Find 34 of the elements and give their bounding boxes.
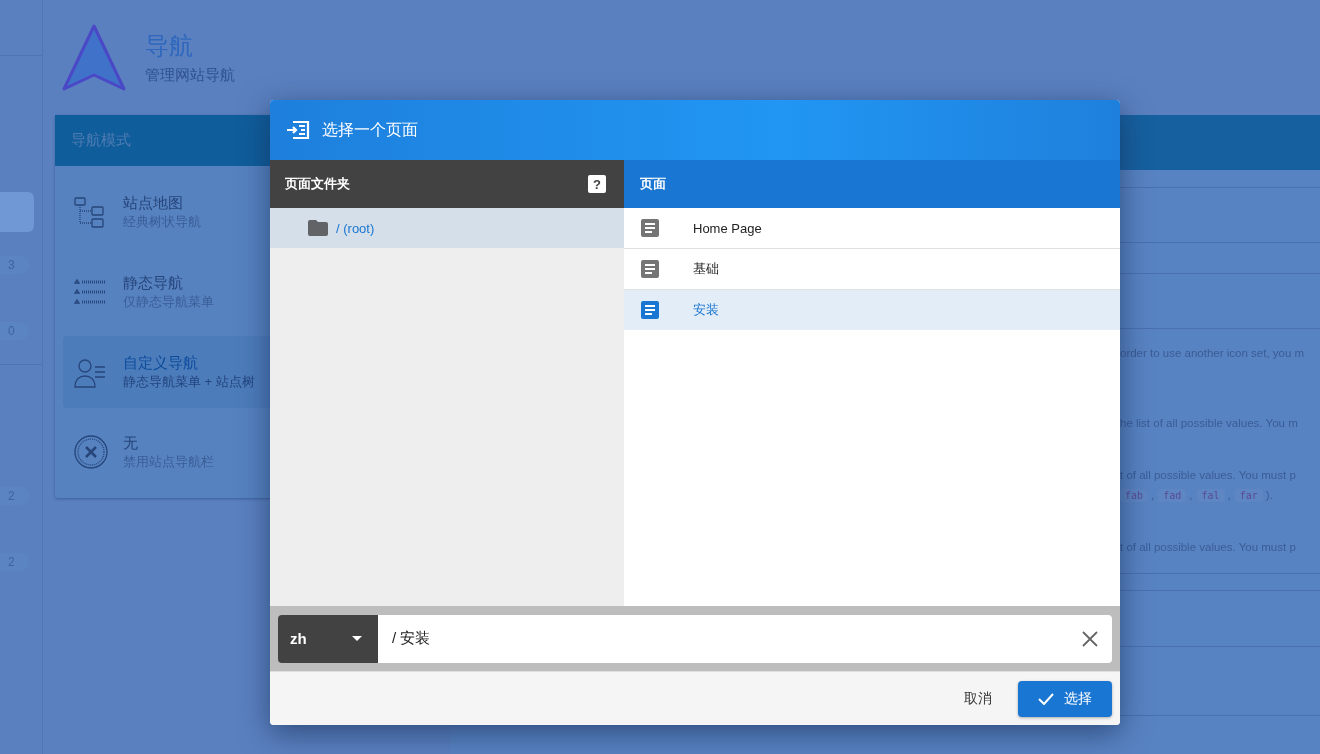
document-icon [641,301,659,319]
option-title: 自定义导航 [123,353,199,373]
folder-item[interactable]: / (root) [270,208,624,248]
option-description: 静态导航菜单 + 站点树 [123,372,255,391]
cancel-button[interactable]: 取消 [948,681,1008,716]
code-tag: fal [1196,488,1225,502]
separator-text: , [1189,489,1193,501]
separator-text: , [1227,489,1231,501]
dialog-title: 选择一个页面 [322,119,418,140]
separator-text: , [1151,489,1155,501]
help-button[interactable]: ? [588,175,606,193]
card-title: 导航模式 [71,131,131,150]
check-icon [1038,692,1054,705]
path-input[interactable]: / 安装 [390,629,1082,648]
document-icon [641,260,659,278]
punctuation-text: ). [1265,489,1273,501]
column-header: 页面 [640,175,666,193]
navigation-arrow-icon [61,22,127,93]
locale-select[interactable]: zh [278,614,378,663]
column-header: 页面文件夹 [285,175,350,193]
document-icon [641,219,659,237]
code-tag: far [1234,488,1263,502]
folder-icon [308,220,328,236]
select-button[interactable]: 选择 [1018,680,1112,717]
page-item[interactable]: Home Page [624,208,1120,249]
page-item[interactable]: 安装 [624,290,1120,330]
option-title: 静态导航 [123,273,184,293]
cancel-circle-icon [73,434,109,470]
insert-list-icon [286,120,310,140]
path-field[interactable]: / 安装 [378,614,1112,663]
dropdown-caret-icon [352,636,362,641]
option-title: 无 [123,433,139,453]
option-title: 站点地图 [123,193,184,213]
clear-icon[interactable] [1082,630,1098,647]
